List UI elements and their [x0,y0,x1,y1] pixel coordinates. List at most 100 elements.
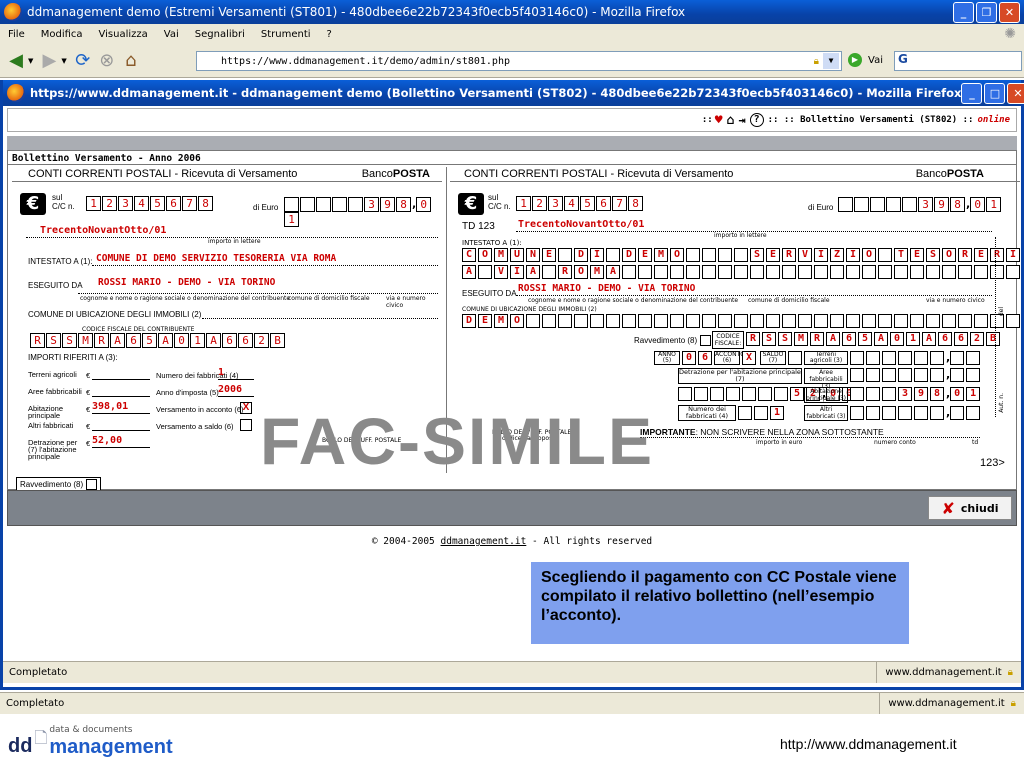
popup-close-window-button[interactable]: ✕ [1007,82,1024,104]
close-window-button[interactable]: ✕ [999,1,1020,23]
ravvedimento-checkbox[interactable] [86,479,98,490]
ricevuta-eseguito: ROSSI MARIO - DEMO - VIA TORINO [98,277,276,288]
popup-status-text: Completato [9,667,68,678]
char-box [878,248,892,262]
chiudi-label: chiudi [960,501,999,515]
chiudi-button[interactable]: ✘ chiudi [928,496,1012,520]
reload-icon[interactable]: ⟳ [71,49,95,73]
char-box [710,387,724,401]
help-icon[interactable]: ? [749,113,764,127]
back-icon[interactable]: ◀ [4,49,28,73]
char-box [782,314,796,328]
sul-label: sul [52,193,63,202]
home-icon[interactable]: ⌂ [727,113,735,128]
char-box [754,406,768,420]
close-bar: ✘ chiudi [7,490,1017,526]
char-box [686,265,700,279]
char-box [910,265,924,279]
char-box [854,197,869,212]
ricevuta-intestato: COMUNE DI DEMO SERVIZIO TESORERIA VIA RO… [96,253,337,264]
bollettino-abitazione: 398,01 [850,387,982,401]
ravvedimento-label: Ravvedimento (8) [20,480,84,489]
char-box [686,314,700,328]
menu-visualizza[interactable]: Visualizza [99,29,148,40]
importi-right-value[interactable]: 2006 [218,384,254,397]
menu-file[interactable]: File [8,29,25,40]
acconto-checkbox[interactable]: X [742,351,756,365]
go-icon[interactable]: ▶ [848,53,862,67]
char-box [678,387,692,401]
anno-label: ANNO (5) [654,351,680,365]
char-box [734,314,748,328]
saldo-checkbox[interactable] [788,351,802,365]
char-box [750,314,764,328]
importi-left-value[interactable]: 52,00 [92,435,150,448]
importi-left-value[interactable] [92,367,150,380]
go-button-label[interactable]: Vai [868,55,883,66]
intestato-label: INTESTATO A (1): [462,239,522,247]
char-box: 0 [682,351,696,365]
char-box [966,351,981,365]
importi-checkbox[interactable] [240,419,252,431]
padlock-icon: 🔒︎ [1007,667,1013,678]
char-box [590,314,604,328]
intestato-label: INTESTATO A (1): [28,257,93,266]
importi-left-value[interactable] [92,384,150,397]
char-box [774,387,788,401]
char-box: E [542,248,556,262]
td-label: TD 123 [462,221,495,232]
importi-checkbox[interactable]: X [240,402,252,414]
eseguito-label: ESEGUITO DA [28,281,83,290]
ravvedimento-checkbox[interactable] [700,335,712,346]
minimize-button[interactable]: _ [953,1,974,23]
popup-maximize-button[interactable]: □ [984,82,1006,104]
menu-strumenti[interactable]: Strumenti [261,29,311,40]
char-box [850,387,864,401]
menu-segnalibri[interactable]: Segnalibri [195,29,245,40]
char-box: 3 [118,196,133,211]
url-dropdown-icon[interactable]: ▼ [823,53,839,69]
menu-modifica[interactable]: Modifica [41,29,83,40]
back-dropdown-icon[interactable]: ▼ [28,57,33,65]
importi-left-value[interactable]: 398,01 [92,401,150,414]
char-box [758,387,772,401]
char-box [926,265,940,279]
heart-icon[interactable]: ♥ [715,113,723,128]
char-box: 2 [970,332,984,346]
char-box [622,314,636,328]
char-box [606,314,620,328]
forward-dropdown-icon[interactable]: ▼ [61,57,66,65]
stop-icon[interactable]: ⊗ [95,49,119,73]
footer-url[interactable]: http://www.ddmanagement.it [780,736,957,752]
char-box: A [206,333,221,348]
menu-help[interactable]: ? [327,29,332,40]
euro-symbol: € [86,422,91,431]
copyright-link[interactable]: ddmanagement.it [441,536,527,547]
restore-button[interactable]: ❐ [976,1,997,23]
menu-vai[interactable]: Vai [164,29,179,40]
breadcrumb: :: ♥ ⌂ ⇥ ? :: :: Bollettino Versamenti (… [7,108,1017,132]
numero-conto-label: numero conto [874,439,916,446]
char-box [542,265,556,279]
eseguito-sub-2: comune di domicilio fiscale [748,297,830,304]
url-bar[interactable]: https://www.ddmanagement.it/demo/admin/s… [196,51,842,71]
char-box: 1 [86,196,101,211]
char-box: S [762,332,776,346]
popup-minimize-button[interactable]: _ [961,82,983,104]
char-box: 1 [284,212,299,227]
char-box: 1 [986,197,1002,212]
char-box [838,197,853,212]
search-box[interactable]: G [894,51,1022,71]
importi-right-value[interactable]: 1 [218,367,254,380]
importi-left-value[interactable] [92,418,150,431]
importo-lettere-label: importo in lettere [208,238,261,245]
char-box [726,387,740,401]
bollettino-ubicazione: DEMO [462,314,1022,328]
importante-notice: IMPORTANTE: NON SCRIVERE NELLA ZONA SOTT… [640,427,884,437]
importi-row: Aree fabbricabili € Anno d'imposta (5) 2006 [28,384,438,401]
home-icon[interactable]: ⌂ [119,49,143,73]
char-box: 8 [198,196,213,211]
forward-icon[interactable]: ▶ [37,49,61,73]
char-box [686,248,700,262]
exit-icon[interactable]: ⇥ [738,113,745,127]
